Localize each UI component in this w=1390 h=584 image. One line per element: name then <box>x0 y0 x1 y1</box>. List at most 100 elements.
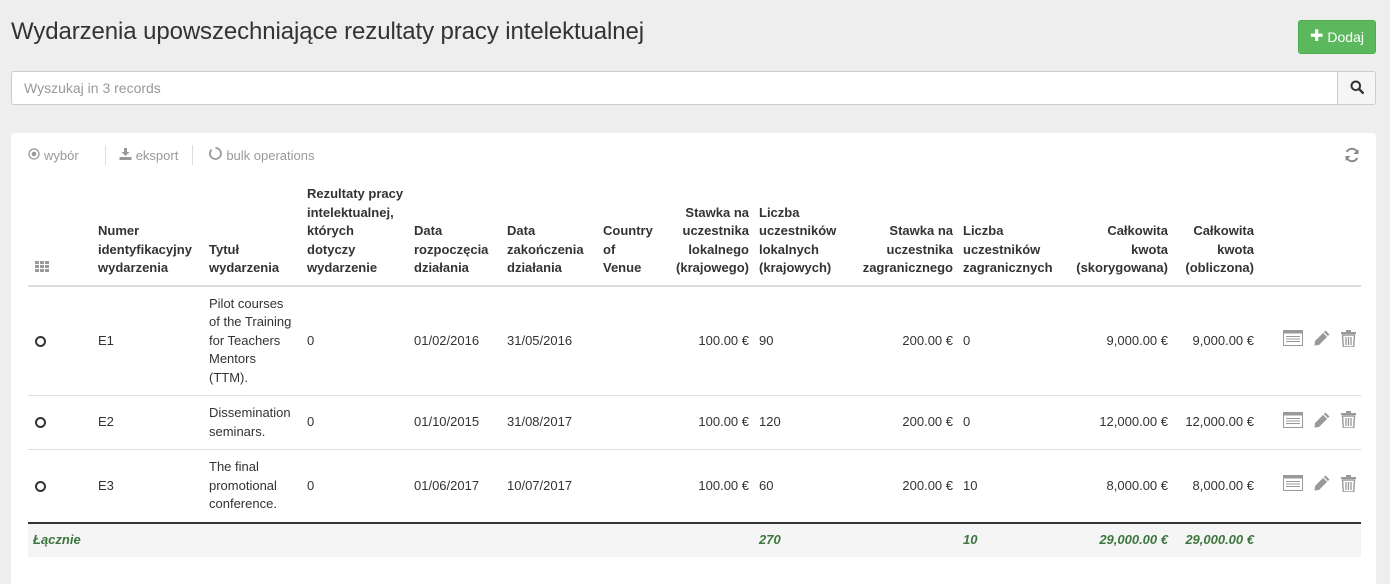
toolbar-divider <box>192 145 194 165</box>
table-row: E3 The final promotional conference. 0 0… <box>28 449 1361 524</box>
edit-button[interactable] <box>1313 474 1331 498</box>
cell-local-rate: 100.00 € <box>662 285 754 396</box>
header-end-date[interactable]: Data zakończenia działania <box>502 185 598 287</box>
plus-icon: ✚ <box>1310 28 1324 45</box>
cell-event-title: Pilot courses of the Training for Teache… <box>204 285 302 396</box>
edit-button[interactable] <box>1313 329 1331 353</box>
events-table: Numer identyfikacyjny wydarzenia Tytuł w… <box>28 185 1361 557</box>
header-total-adjusted[interactable]: Całkowita kwota (skorygowana) <box>1066 185 1173 287</box>
row-select-radio[interactable] <box>35 480 46 492</box>
header-local-rate[interactable]: Stawka na uczestnika lokalnego (krajoweg… <box>662 185 754 287</box>
refresh-icon <box>1344 147 1360 166</box>
list-card-icon <box>1283 475 1303 497</box>
view-button[interactable] <box>1283 475 1303 497</box>
cell-total-calculated: 8,000.00 € <box>1173 449 1259 524</box>
cell-total-adjusted: 8,000.00 € <box>1066 449 1173 524</box>
list-card-icon <box>1283 411 1303 434</box>
trash-icon <box>1341 411 1356 434</box>
cell-event-title: The final promotional conference. <box>204 449 302 524</box>
cell-total-calculated: 12,000.00 € <box>1173 395 1259 450</box>
download-icon <box>119 147 132 163</box>
cell-event-id: E1 <box>93 285 204 396</box>
header-local-count[interactable]: Liczba uczestników lokalnych (krajowych) <box>754 185 848 287</box>
cell-country-of-venue <box>598 449 662 524</box>
cell-total-adjusted: 9,000.00 € <box>1066 285 1173 396</box>
grid-toolbar: wybór eksport bulk operations <box>28 145 315 165</box>
header-results[interactable]: Rezultaty pracy intelektualnej, których … <box>302 185 409 287</box>
radio-circle-icon <box>28 147 40 163</box>
column-chooser[interactable] <box>28 185 93 287</box>
trash-icon <box>1341 474 1356 498</box>
cell-foreign-rate: 200.00 € <box>848 449 958 524</box>
row-select-radio[interactable] <box>35 335 46 347</box>
spinner-circle-icon <box>209 147 223 163</box>
grid-icon <box>33 260 49 275</box>
bulk-operations-label: bulk operations <box>226 147 315 163</box>
view-button[interactable] <box>1283 411 1303 434</box>
cell-local-rate: 100.00 € <box>662 395 754 450</box>
table-row: E1 Pilot courses of the Training for Tea… <box>28 285 1361 396</box>
cell-total-adjusted: 12,000.00 € <box>1066 395 1173 450</box>
header-country-of-venue[interactable]: Country of Venue <box>598 185 662 287</box>
records-panel: wybór eksport bulk operations Numer iden… <box>11 133 1376 584</box>
header-start-date[interactable]: Data rozpoczęcia działania <box>409 185 502 287</box>
row-actions <box>1259 449 1361 524</box>
cell-start-date: 01/06/2017 <box>409 449 502 524</box>
header-actions <box>1259 185 1361 287</box>
header-foreign-count[interactable]: Liczba uczestników zagranicznych <box>958 185 1066 287</box>
row-actions <box>1259 285 1361 396</box>
cell-country-of-venue <box>598 395 662 450</box>
totals-row: Łącznie 270 10 29,000.00 € 29,000.00 € <box>28 522 1361 557</box>
pencil-icon <box>1313 329 1331 353</box>
cell-foreign-count: 0 <box>958 395 1066 450</box>
header-foreign-rate[interactable]: Stawka na uczestnika zagranicznego <box>848 185 958 287</box>
cell-local-rate: 100.00 € <box>662 449 754 524</box>
delete-button[interactable] <box>1341 474 1356 498</box>
add-button-label: Dodaj <box>1327 29 1364 45</box>
cell-start-date: 01/02/2016 <box>409 285 502 396</box>
total-calculated-sum: 29,000.00 € <box>1173 522 1259 557</box>
table-row: E2 Dissemination seminars. 0 01/10/2015 … <box>28 395 1361 450</box>
cell-end-date: 10/07/2017 <box>502 449 598 524</box>
list-card-icon <box>1283 330 1303 352</box>
cell-foreign-count: 10 <box>958 449 1066 524</box>
cell-event-id: E3 <box>93 449 204 524</box>
cell-results: 0 <box>302 449 409 524</box>
row-select-radio[interactable] <box>35 417 46 429</box>
add-button[interactable]: ✚ Dodaj <box>1298 20 1376 54</box>
bulk-operations-tool[interactable]: bulk operations <box>209 147 315 163</box>
header-event-title[interactable]: Tytuł wydarzenia <box>204 185 302 287</box>
total-adjusted-sum: 29,000.00 € <box>1066 522 1173 557</box>
cell-foreign-rate: 200.00 € <box>848 395 958 450</box>
total-foreign-count: 10 <box>958 522 1066 557</box>
cell-results: 0 <box>302 285 409 396</box>
pencil-icon <box>1313 411 1331 435</box>
cell-country-of-venue <box>598 285 662 396</box>
cell-local-count: 120 <box>754 395 848 450</box>
export-tool[interactable]: eksport <box>119 147 178 163</box>
cell-event-id: E2 <box>93 395 204 450</box>
search-button[interactable] <box>1337 71 1376 105</box>
refresh-button[interactable] <box>1344 147 1360 163</box>
select-tool[interactable]: wybór <box>28 148 79 163</box>
total-local-count: 270 <box>754 522 848 557</box>
totals-label: Łącznie <box>28 522 662 557</box>
header-event-id[interactable]: Numer identyfikacyjny wydarzenia <box>93 185 204 287</box>
select-tool-label: wybór <box>44 147 79 163</box>
header-total-calculated[interactable]: Całkowita kwota (obliczona) <box>1173 185 1259 287</box>
cell-event-title: Dissemination seminars. <box>204 395 302 450</box>
delete-button[interactable] <box>1341 411 1356 434</box>
cell-foreign-count: 0 <box>958 285 1066 396</box>
cell-local-count: 90 <box>754 285 848 396</box>
view-button[interactable] <box>1283 330 1303 352</box>
delete-button[interactable] <box>1341 329 1356 353</box>
search-input[interactable] <box>11 71 1337 105</box>
edit-button[interactable] <box>1313 411 1331 435</box>
search-bar <box>11 71 1376 105</box>
table-header-row: Numer identyfikacyjny wydarzenia Tytuł w… <box>28 185 1361 287</box>
row-actions <box>1259 395 1361 450</box>
cell-foreign-rate: 200.00 € <box>848 285 958 396</box>
cell-end-date: 31/08/2017 <box>502 395 598 450</box>
cell-end-date: 31/05/2016 <box>502 285 598 396</box>
page-title: Wydarzenia upowszechniające rezultaty pr… <box>11 18 644 45</box>
